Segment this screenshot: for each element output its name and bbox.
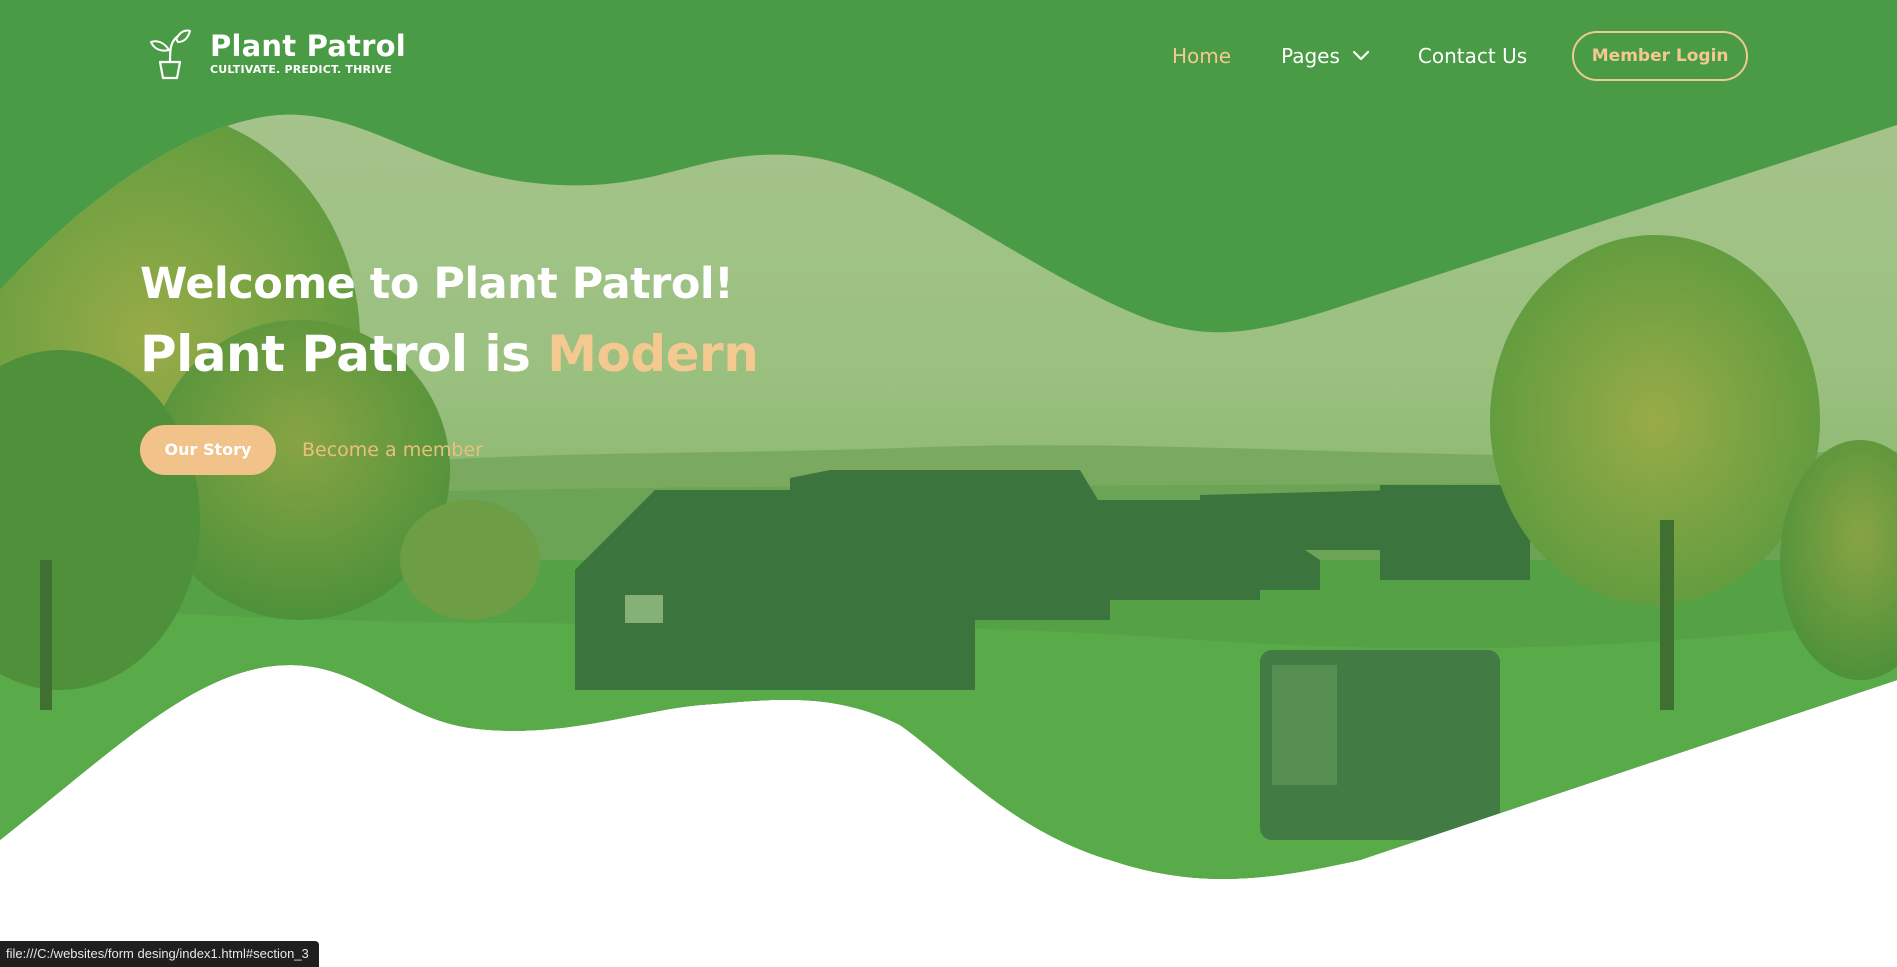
chevron-down-icon bbox=[1352, 50, 1370, 61]
hero-actions: Our Story Become a member bbox=[140, 425, 483, 475]
nav-links: Home Pages Contact Us Member Login bbox=[1172, 30, 1749, 82]
brand-logo-link[interactable]: Plant Patrol CULTIVATE. PREDICT. THRIVE bbox=[148, 28, 406, 80]
member-login-button[interactable]: Member Login bbox=[1572, 31, 1749, 81]
nav-home-link[interactable]: Home bbox=[1172, 30, 1231, 82]
hero-heading-group: Welcome to Plant Patrol! Plant Patrol is… bbox=[140, 258, 759, 384]
nav-contact-link[interactable]: Contact Us bbox=[1418, 30, 1527, 82]
browser-status-url: file:///C:/websites/form desing/index1.h… bbox=[0, 941, 319, 967]
hero-welcome-heading: Welcome to Plant Patrol! bbox=[140, 259, 734, 309]
brand-tagline: CULTIVATE. PREDICT. THRIVE bbox=[210, 63, 392, 76]
our-story-button[interactable]: Our Story bbox=[140, 425, 276, 475]
hero-subheading: Plant Patrol is Modern bbox=[140, 324, 759, 384]
hero-background bbox=[0, 0, 1897, 967]
nav-pages-dropdown[interactable]: Pages bbox=[1281, 30, 1370, 82]
hero-subheading-accent: Modern bbox=[547, 325, 759, 383]
brand-name: Plant Patrol bbox=[210, 29, 406, 63]
navbar: Plant Patrol CULTIVATE. PREDICT. THRIVE … bbox=[0, 0, 1897, 112]
nav-pages-label: Pages bbox=[1281, 44, 1340, 68]
become-member-link[interactable]: Become a member bbox=[302, 439, 483, 461]
sprout-pot-icon bbox=[150, 29, 191, 80]
hero-subheading-prefix: Plant Patrol is bbox=[140, 325, 548, 383]
